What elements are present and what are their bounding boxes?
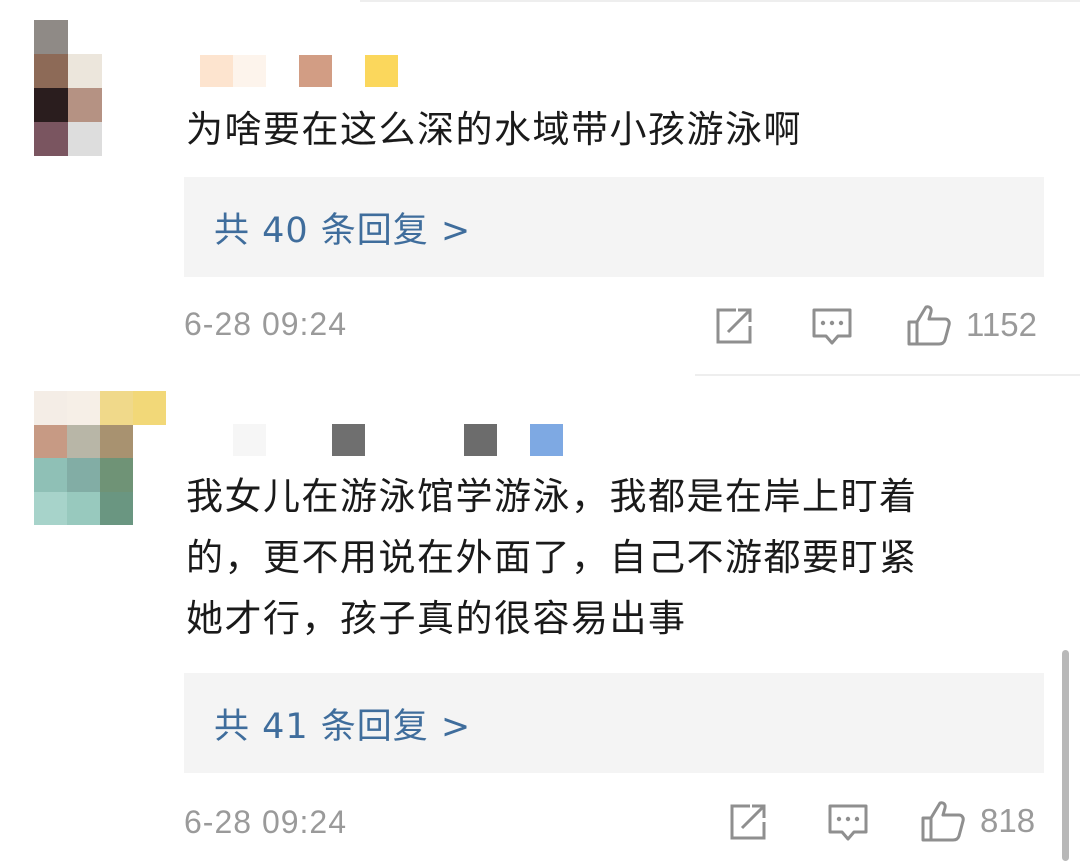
avatar[interactable]: [34, 391, 166, 525]
username[interactable]: [200, 424, 563, 456]
comment-text: 为啥要在这么深的水域带小孩游泳啊: [186, 108, 802, 151]
like-count: 1152: [966, 306, 1037, 343]
like-button[interactable]: 1152: [906, 303, 1037, 347]
comment-text-line: 她才行，孩子真的很容易出事: [186, 597, 687, 640]
scrollbar[interactable]: [1062, 650, 1069, 861]
share-button[interactable]: [714, 306, 756, 346]
comment-item: 为啥要在这么深的水域带小孩游泳啊 共 40 条回复 > 6-28 09:24 1…: [0, 0, 1080, 374]
thumbs-up-icon: [921, 801, 965, 842]
view-replies-button[interactable]: 共 40 条回复 >: [184, 177, 1044, 277]
share-icon: [730, 804, 766, 840]
like-button[interactable]: 818: [920, 799, 1035, 843]
comment-timestamp: 6-28 09:24: [184, 306, 348, 342]
username[interactable]: [200, 55, 398, 87]
share-button[interactable]: [728, 802, 770, 842]
comment-list-page: 为啥要在这么深的水域带小孩游泳啊 共 40 条回复 > 6-28 09:24 1…: [0, 0, 1080, 861]
comment-text: 我女儿在游泳馆学游泳，我都是在岸上盯着 的，更不用说在外面了，自己不游都要盯紧 …: [186, 466, 918, 649]
comment-timestamp: 6-28 09:24: [184, 804, 348, 840]
comment-icon: [812, 308, 852, 345]
view-replies-button[interactable]: 共 41 条回复 >: [184, 673, 1044, 773]
avatar[interactable]: [34, 20, 136, 156]
comment-icon: [828, 804, 868, 841]
like-count: 818: [980, 802, 1036, 839]
comment-text-line: 我女儿在游泳馆学游泳，我都是在岸上盯着: [186, 475, 918, 518]
comment-item: 我女儿在游泳馆学游泳，我都是在岸上盯着 的，更不用说在外面了，自己不游都要盯紧 …: [0, 376, 1080, 861]
thumbs-up-icon: [907, 305, 951, 346]
comment-text-line: 的，更不用说在外面了，自己不游都要盯紧: [186, 536, 918, 579]
share-icon: [716, 308, 752, 344]
comment-button[interactable]: [810, 306, 854, 348]
comment-button[interactable]: [826, 802, 870, 844]
